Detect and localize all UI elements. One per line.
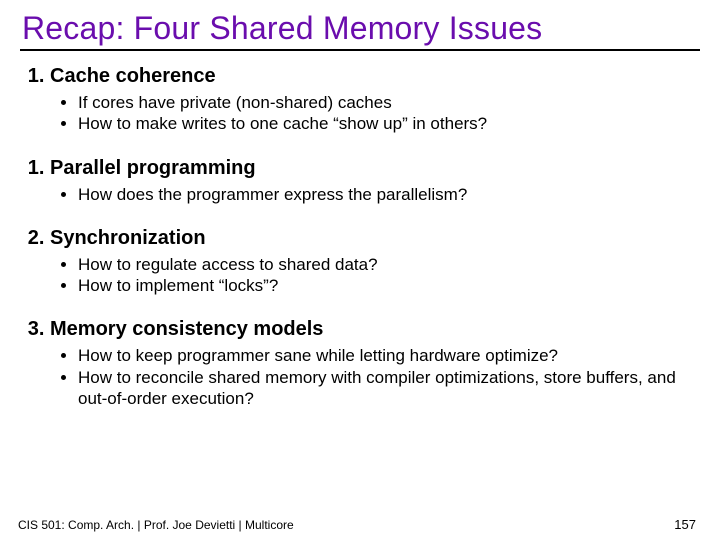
issue-bullet: How does the programmer express the para… [78, 184, 698, 205]
footer-text: CIS 501: Comp. Arch. | Prof. Joe Deviett… [18, 518, 294, 532]
issue-bullet: If cores have private (non-shared) cache… [78, 92, 698, 113]
title-underline [20, 49, 700, 51]
issue-bullet: How to regulate access to shared data? [78, 254, 698, 275]
issue-sublist: How to regulate access to shared data? H… [50, 254, 698, 297]
issue-bullet: How to implement “locks”? [78, 275, 698, 296]
issue-heading: Cache coherence [50, 65, 216, 87]
issue-heading: Parallel programming [50, 157, 256, 179]
issues-list: Cache coherence If cores have private (n… [22, 65, 698, 409]
page-number: 157 [674, 517, 696, 532]
issue-sublist: How does the programmer express the para… [50, 184, 698, 205]
slide-title: Recap: Four Shared Memory Issues [22, 10, 698, 47]
issue-bullet: How to reconcile shared memory with comp… [78, 367, 698, 410]
issue-bullet: How to keep programmer sane while lettin… [78, 345, 698, 366]
issue-sublist: If cores have private (non-shared) cache… [50, 92, 698, 135]
slide: Recap: Four Shared Memory Issues Cache c… [0, 0, 720, 540]
issue-heading: Memory consistency models [50, 318, 323, 340]
issue-item: Memory consistency models How to keep pr… [50, 318, 698, 409]
issue-item: Synchronization How to regulate access t… [50, 227, 698, 297]
issue-sublist: How to keep programmer sane while lettin… [50, 345, 698, 409]
issue-item: Parallel programming How does the progra… [50, 157, 698, 205]
issue-heading: Synchronization [50, 227, 206, 249]
issue-bullet: How to make writes to one cache “show up… [78, 113, 698, 134]
issue-item: Cache coherence If cores have private (n… [50, 65, 698, 135]
